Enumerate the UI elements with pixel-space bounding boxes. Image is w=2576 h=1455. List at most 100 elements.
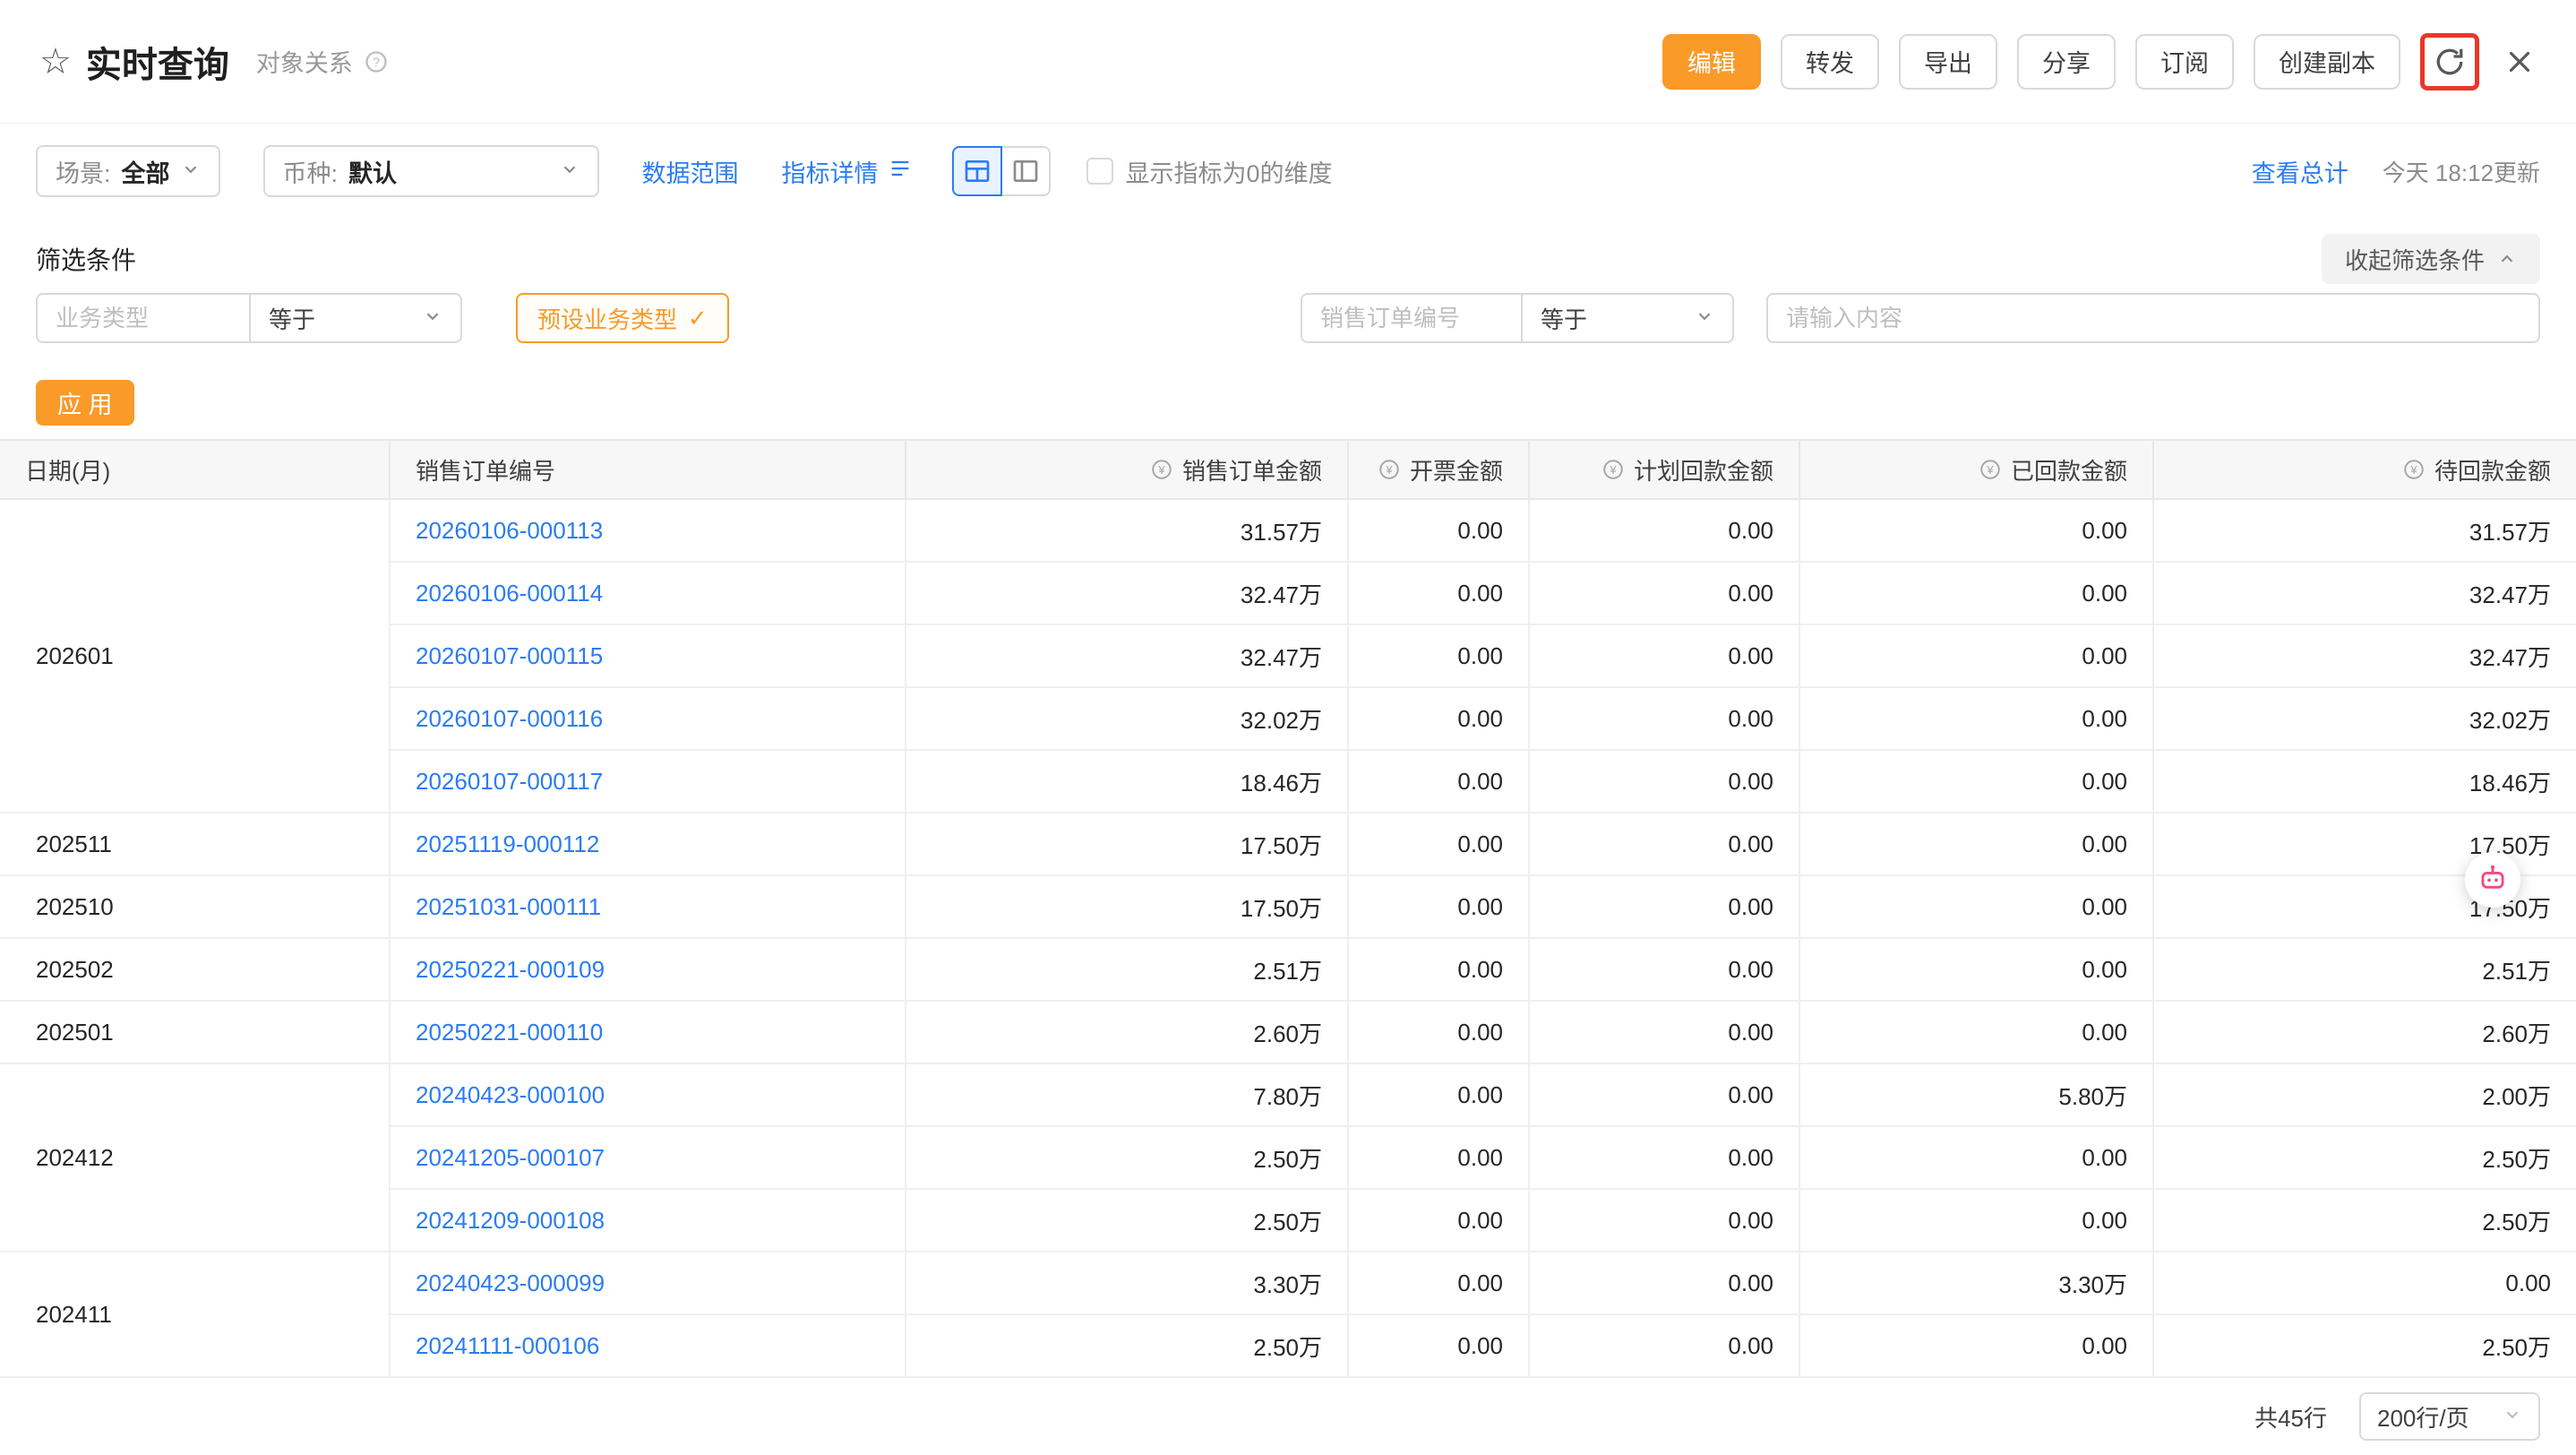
order-number-link[interactable]: 20250221-000109: [416, 956, 605, 983]
collapse-filters-label: 收起筛选条件: [2345, 243, 2485, 276]
favorite-star-icon[interactable]: ☆: [39, 41, 72, 82]
zero-dimension-checkbox[interactable]: [1086, 158, 1113, 185]
order-number-link[interactable]: 20241209-000108: [416, 1207, 605, 1234]
column-header-6[interactable]: ¥已回款金额: [1799, 440, 2153, 499]
amount-cell: 31.57万: [906, 499, 1348, 562]
amount-cell: 0.00: [1529, 624, 1799, 687]
column-header-1[interactable]: 日期(月): [0, 440, 390, 499]
last-updated-text: 今天 18:12更新: [2383, 155, 2540, 188]
amount-cell: 0.00: [2153, 1252, 2576, 1314]
card-view-toggle[interactable]: [1000, 146, 1051, 196]
column-header-7[interactable]: ¥待回款金额: [2153, 440, 2576, 499]
order-number-link[interactable]: 20260107-000117: [416, 768, 603, 795]
amount-cell: 0.00: [1799, 875, 2153, 938]
amount-cell: 2.00万: [2153, 1063, 2576, 1126]
view-total-link[interactable]: 查看总计: [2252, 154, 2348, 189]
page-size-select[interactable]: 200行/页: [2359, 1392, 2540, 1441]
metric-detail-link[interactable]: 指标详情: [782, 154, 913, 189]
amount-cell: 0.00: [1529, 813, 1799, 875]
month-cell: 202412: [0, 1063, 390, 1252]
amount-cell: 0.00: [1348, 1314, 1529, 1377]
amount-cell: 0.00: [1348, 1189, 1529, 1252]
help-icon[interactable]: ?: [364, 49, 389, 74]
amount-cell: 7.80万: [906, 1063, 1348, 1126]
month-cell: 202511: [0, 813, 390, 875]
export-button[interactable]: 导出: [1899, 34, 1997, 90]
amount-cell: 0.00: [1799, 813, 2153, 875]
subscribe-button[interactable]: 订阅: [2135, 34, 2234, 90]
table-view-toggle[interactable]: [952, 146, 1002, 196]
amount-cell: 2.51万: [906, 938, 1348, 1001]
preset-business-type-tag[interactable]: 预设业务类型 ✓: [516, 293, 729, 343]
zero-dimension-checkbox-row: 显示指标为0的维度: [1086, 154, 1333, 189]
svg-text:?: ?: [373, 55, 380, 70]
order-number-input[interactable]: [1301, 293, 1523, 343]
pagination-footer: 共45行 200行/页: [0, 1378, 2576, 1455]
forward-button[interactable]: 转发: [1781, 34, 1879, 90]
close-icon[interactable]: [2503, 45, 2537, 79]
share-button[interactable]: 分享: [2017, 34, 2116, 90]
assistant-robot-button[interactable]: [2465, 852, 2520, 908]
order-number-link[interactable]: 20241111-000106: [416, 1332, 599, 1359]
order-number-cell: 20260107-000117: [390, 750, 906, 813]
amount-cell: 0.00: [1529, 1063, 1799, 1126]
amount-cell: 2.60万: [906, 1001, 1348, 1063]
filter-section-header: 筛选条件 收起筛选条件: [0, 234, 2576, 284]
amount-cell: 2.50万: [2153, 1126, 2576, 1189]
amount-cell: 0.00: [1799, 687, 2153, 750]
currency-select[interactable]: 币种: 默认: [263, 145, 599, 197]
filter-value-input[interactable]: [1766, 293, 2540, 343]
order-number-link[interactable]: 20251119-000112: [416, 831, 599, 857]
apply-button[interactable]: 应 用: [36, 380, 134, 426]
amount-cell: 0.00: [1529, 875, 1799, 938]
order-number-cell: 20241205-000107: [390, 1126, 906, 1189]
order-number-operator-select[interactable]: 等于: [1521, 293, 1734, 343]
order-number-link[interactable]: 20260107-000116: [416, 705, 603, 732]
toolbar: 场景: 全部 币种: 默认 数据范围 指标详情 显示指标为0的维度 查看总计 今…: [0, 145, 2576, 197]
metric-icon: ¥: [1601, 458, 1625, 481]
table-row: 20250220250221-0001092.51万0.000.000.002.…: [0, 938, 2576, 1001]
amount-cell: 0.00: [1799, 624, 2153, 687]
column-header-5[interactable]: ¥计划回款金额: [1529, 440, 1799, 499]
page-title: 实时查询: [86, 36, 229, 88]
amount-cell: 0.00: [1348, 1001, 1529, 1063]
refresh-icon[interactable]: [2434, 46, 2466, 78]
column-header-3[interactable]: ¥销售订单金额: [906, 440, 1348, 499]
amount-cell: 0.00: [1799, 562, 2153, 624]
column-header-label: 开票金额: [1410, 453, 1503, 486]
business-type-input[interactable]: [36, 293, 251, 343]
order-number-link[interactable]: 20251031-000111: [416, 893, 601, 920]
amount-cell: 0.00: [1529, 938, 1799, 1001]
preset-tag-label: 预设业务类型: [537, 302, 677, 335]
amount-cell: 0.00: [1529, 1252, 1799, 1314]
column-header-label: 销售订单金额: [1182, 453, 1322, 486]
duplicate-button[interactable]: 创建副本: [2254, 34, 2400, 90]
column-header-4[interactable]: ¥ 开票金额: [1348, 440, 1529, 499]
order-number-cell: 20260107-000116: [390, 687, 906, 750]
order-number-link[interactable]: 20260106-000114: [416, 580, 603, 607]
collapse-filters-button[interactable]: 收起筛选条件: [2322, 234, 2540, 284]
amount-cell: 32.47万: [2153, 562, 2576, 624]
business-type-operator-select[interactable]: 等于: [249, 293, 462, 343]
table-row: 20260120260106-00011331.57万0.000.000.003…: [0, 499, 2576, 562]
svg-text:¥: ¥: [1385, 463, 1393, 477]
amount-cell: 0.00: [1799, 750, 2153, 813]
order-number-link[interactable]: 20240423-000099: [416, 1270, 605, 1296]
order-number-link[interactable]: 20260107-000115: [416, 642, 603, 669]
column-header-2[interactable]: 销售订单编号: [390, 440, 906, 499]
order-number-cell: 20260106-000113: [390, 499, 906, 562]
operator-value: 等于: [1541, 302, 1587, 335]
scene-label: 场景:: [56, 154, 111, 189]
scene-select[interactable]: 场景: 全部: [36, 145, 220, 197]
order-number-link[interactable]: 20240423-000100: [416, 1081, 605, 1108]
amount-cell: 0.00: [1529, 750, 1799, 813]
order-number-link[interactable]: 20241205-000107: [416, 1144, 605, 1171]
data-range-link[interactable]: 数据范围: [642, 154, 739, 189]
order-number-link[interactable]: 20260106-000113: [416, 517, 603, 544]
object-relation-label: 对象关系: [256, 44, 353, 79]
edit-button[interactable]: 编辑: [1662, 34, 1761, 90]
table-row: 20241220240423-0001007.80万0.000.005.80万2…: [0, 1063, 2576, 1126]
column-header-label: 待回款金额: [2434, 453, 2551, 486]
header-bar: ☆ 实时查询 对象关系 ? 编辑 转发 导出 分享 订阅 创建副本: [0, 0, 2576, 124]
order-number-link[interactable]: 20250221-000110: [416, 1019, 603, 1046]
